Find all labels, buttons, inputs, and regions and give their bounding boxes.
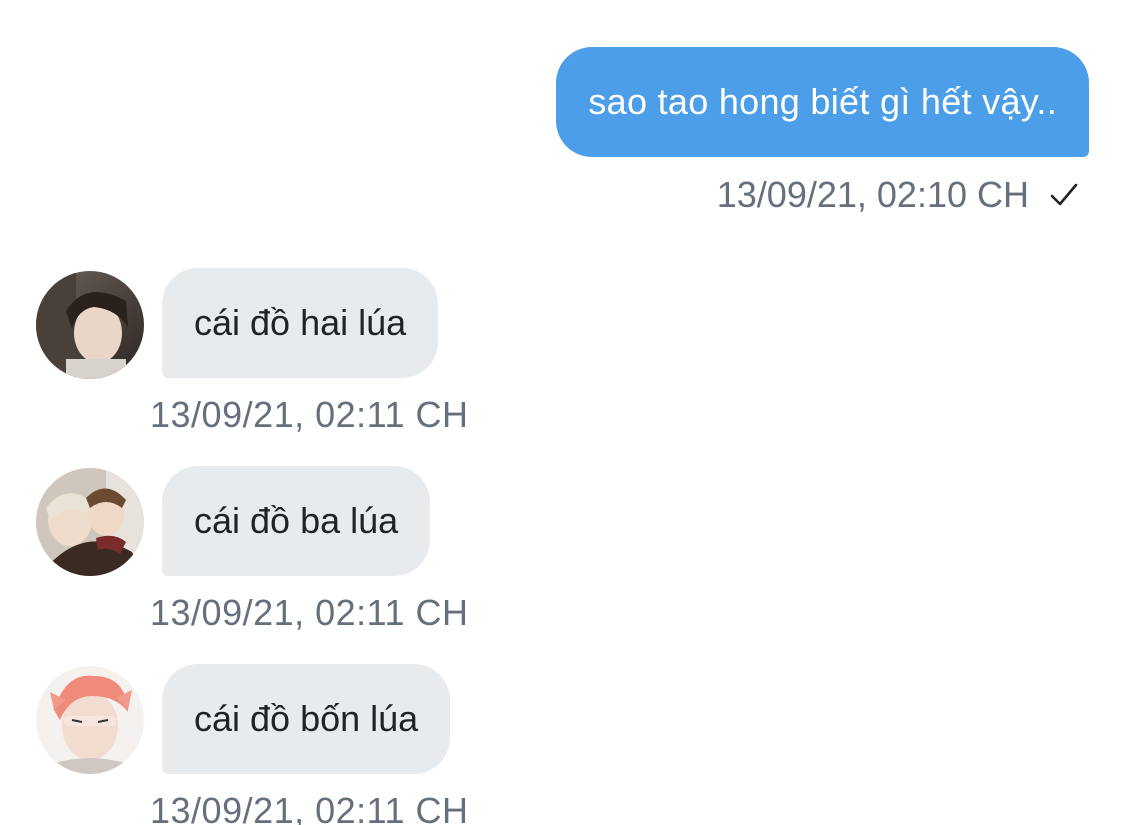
- message-timestamp: 13/09/21, 02:10 CH: [716, 174, 1029, 215]
- incoming-message-bubble[interactable]: cái đồ hai lúa: [162, 268, 439, 378]
- outgoing-message-bubble[interactable]: sao tao hong biết gì hết vậy..: [556, 47, 1089, 157]
- message-text: cái đồ hai lúa: [194, 302, 407, 343]
- message-timestamp: 13/09/21, 02:11 CH: [150, 790, 469, 825]
- message-timestamp: 13/09/21, 02:11 CH: [150, 592, 469, 633]
- avatar[interactable]: [36, 666, 144, 774]
- checkmark-icon: [1047, 178, 1081, 212]
- incoming-message-bubble[interactable]: cái đồ bốn lúa: [162, 664, 451, 774]
- avatar[interactable]: [36, 271, 144, 379]
- message-text: sao tao hong biết gì hết vậy..: [588, 81, 1057, 122]
- chat-thread: sao tao hong biết gì hết vậy.. 13/09/21,…: [0, 0, 1125, 825]
- avatar-pink-hair-icon: [36, 666, 144, 774]
- avatar[interactable]: [36, 468, 144, 576]
- message-text: cái đồ ba lúa: [194, 500, 399, 541]
- avatar-dark-hair-icon: [36, 271, 144, 379]
- message-text: cái đồ bốn lúa: [194, 698, 419, 739]
- message-timestamp: 13/09/21, 02:11 CH: [150, 394, 469, 435]
- outgoing-message-meta: 13/09/21, 02:10 CH: [717, 172, 1081, 218]
- avatar-two-people-icon: [36, 468, 144, 576]
- incoming-message-bubble[interactable]: cái đồ ba lúa: [162, 466, 431, 576]
